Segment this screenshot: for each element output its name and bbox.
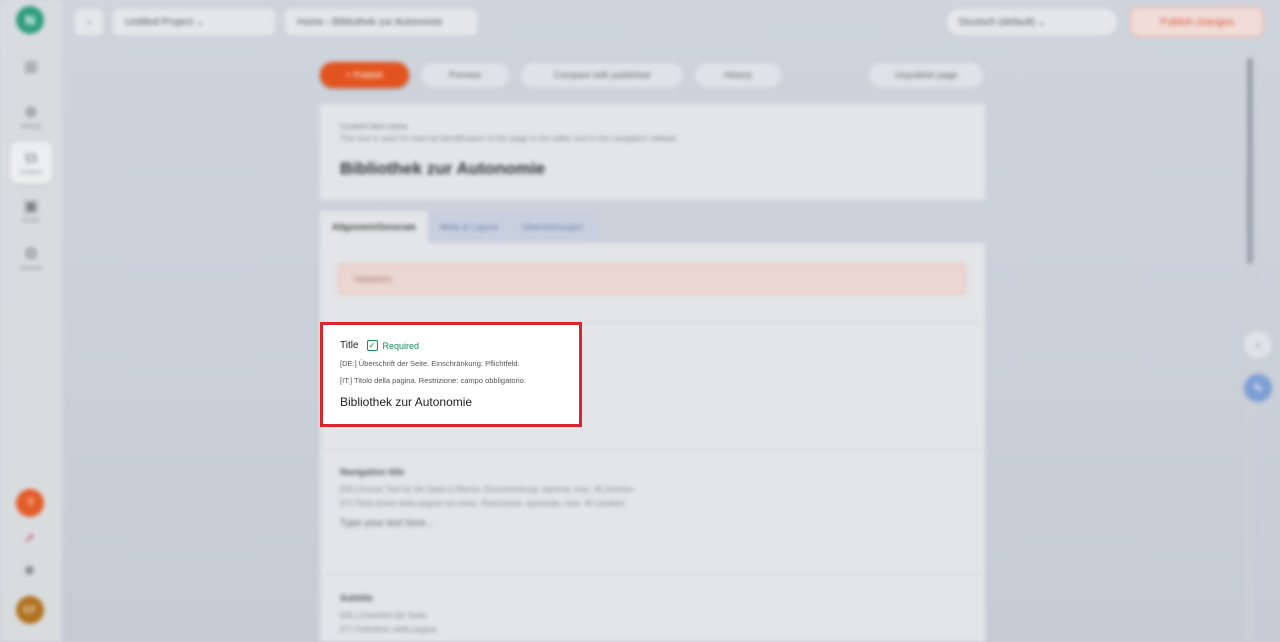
stack-icon: ⧉ [25, 149, 37, 167]
field-description: [IT:] Sottotitolo della pagina. [340, 625, 439, 634]
publish-changes-button[interactable]: Publish changes [1130, 7, 1264, 37]
tab-meta[interactable]: Meta & Layout [428, 211, 511, 243]
validation-banner[interactable]: Validation [338, 263, 966, 295]
breadcrumb[interactable]: Home › Bibliothek zur Autonomie [284, 8, 478, 36]
page-header-description: This text is used for internal identific… [340, 134, 679, 143]
sidebar: N ⊞ ⊕ Settings ⧉ Content ▣ Assets ⚙ Sche… [0, 0, 62, 642]
preview-button[interactable]: Preview [420, 62, 510, 88]
field-label: Subtitle [340, 593, 373, 603]
publish-button[interactable]: + Publish [320, 62, 409, 88]
tab-translations[interactable]: Übersetzungen [510, 211, 596, 243]
divider [320, 449, 985, 450]
title-field-card[interactable]: Title ✓ Required [DE:] Überschrift der S… [320, 322, 582, 427]
help-button[interactable]: ? [16, 489, 44, 517]
rocket-icon[interactable]: ➚ [24, 530, 35, 546]
field-description: [DE:] Kurzer Titel für die Seite in Menü… [340, 485, 636, 494]
page-header-card: Content item name This text is used for … [320, 104, 985, 200]
locale-select[interactable]: Deutsch (default) ⌄ [946, 8, 1118, 36]
tab-bar: Allgemein/Generale Meta & Layout Überset… [320, 211, 596, 243]
subtitle-field: Subtitle [DE:] Untertitel der Seite. [IT… [340, 593, 438, 634]
avatar[interactable]: EF [16, 596, 44, 624]
sidebar-item-settings[interactable]: ⊕ Settings [10, 96, 52, 138]
title-input[interactable]: Bibliothek zur Autonomie [340, 395, 472, 409]
page-header-label: Content item name [340, 122, 408, 131]
sidebar-item-content[interactable]: ⧉ Content [10, 142, 52, 184]
title-field-header: Title ✓ Required [340, 340, 419, 351]
collapse-icon[interactable]: ‹ [1244, 331, 1272, 359]
sidebar-item-assets[interactable]: ▣ Assets [10, 190, 52, 232]
app-logo[interactable]: N [16, 6, 44, 34]
field-label: Navigation title [340, 467, 405, 477]
grid-icon: ⊞ [24, 58, 38, 76]
divider [320, 573, 985, 574]
sidebar-item-schema[interactable]: ⚙ Schema [10, 238, 52, 280]
page-title: Bibliothek zur Autonomie [340, 159, 546, 178]
title-field-label: Title [340, 340, 359, 351]
back-button[interactable]: ‹ [74, 8, 104, 36]
required-label: Required [382, 340, 420, 351]
theme-toggle-icon[interactable]: ✺ [24, 563, 35, 579]
image-icon: ▣ [23, 197, 39, 215]
globe-icon: ⊕ [24, 103, 38, 121]
checkbox-checked-icon: ✓ [366, 340, 378, 351]
content-panel: Validation Navigation title [DE:] Kurzer… [320, 243, 985, 642]
background-app: N ⊞ ⊕ Settings ⧉ Content ▣ Assets ⚙ Sche… [0, 0, 1280, 642]
required-badge: ✓ Required [366, 340, 420, 351]
sidebar-item-dashboard[interactable]: ⊞ [10, 48, 52, 90]
settings-icon: ⚙ [23, 245, 39, 263]
field-description: [IT:] Titolo breve della pagina nei menu… [340, 499, 627, 508]
field-description: [DE:] Untertitel der Seite. [340, 611, 429, 620]
unpublish-button[interactable]: Unpublish page [868, 62, 984, 88]
edit-icon[interactable]: ✎ [1244, 374, 1272, 402]
title-description-de: [DE:] Überschrift der Seite. Einschränku… [340, 359, 520, 368]
compare-button[interactable]: Compare with published [520, 62, 684, 88]
history-button[interactable]: History [694, 62, 782, 88]
navigation-field: Navigation title [DE:] Kurzer Titel für … [340, 467, 636, 529]
scrollbar-thumb[interactable] [1247, 58, 1253, 264]
project-selector[interactable]: Untitled Project ⌄ [112, 8, 276, 36]
navigation-input[interactable]: Type your text here... [340, 518, 636, 529]
tab-general[interactable]: Allgemein/Generale [320, 211, 429, 243]
title-description-it: [IT:] Titolo della pagina. Restrizione: … [340, 376, 526, 385]
